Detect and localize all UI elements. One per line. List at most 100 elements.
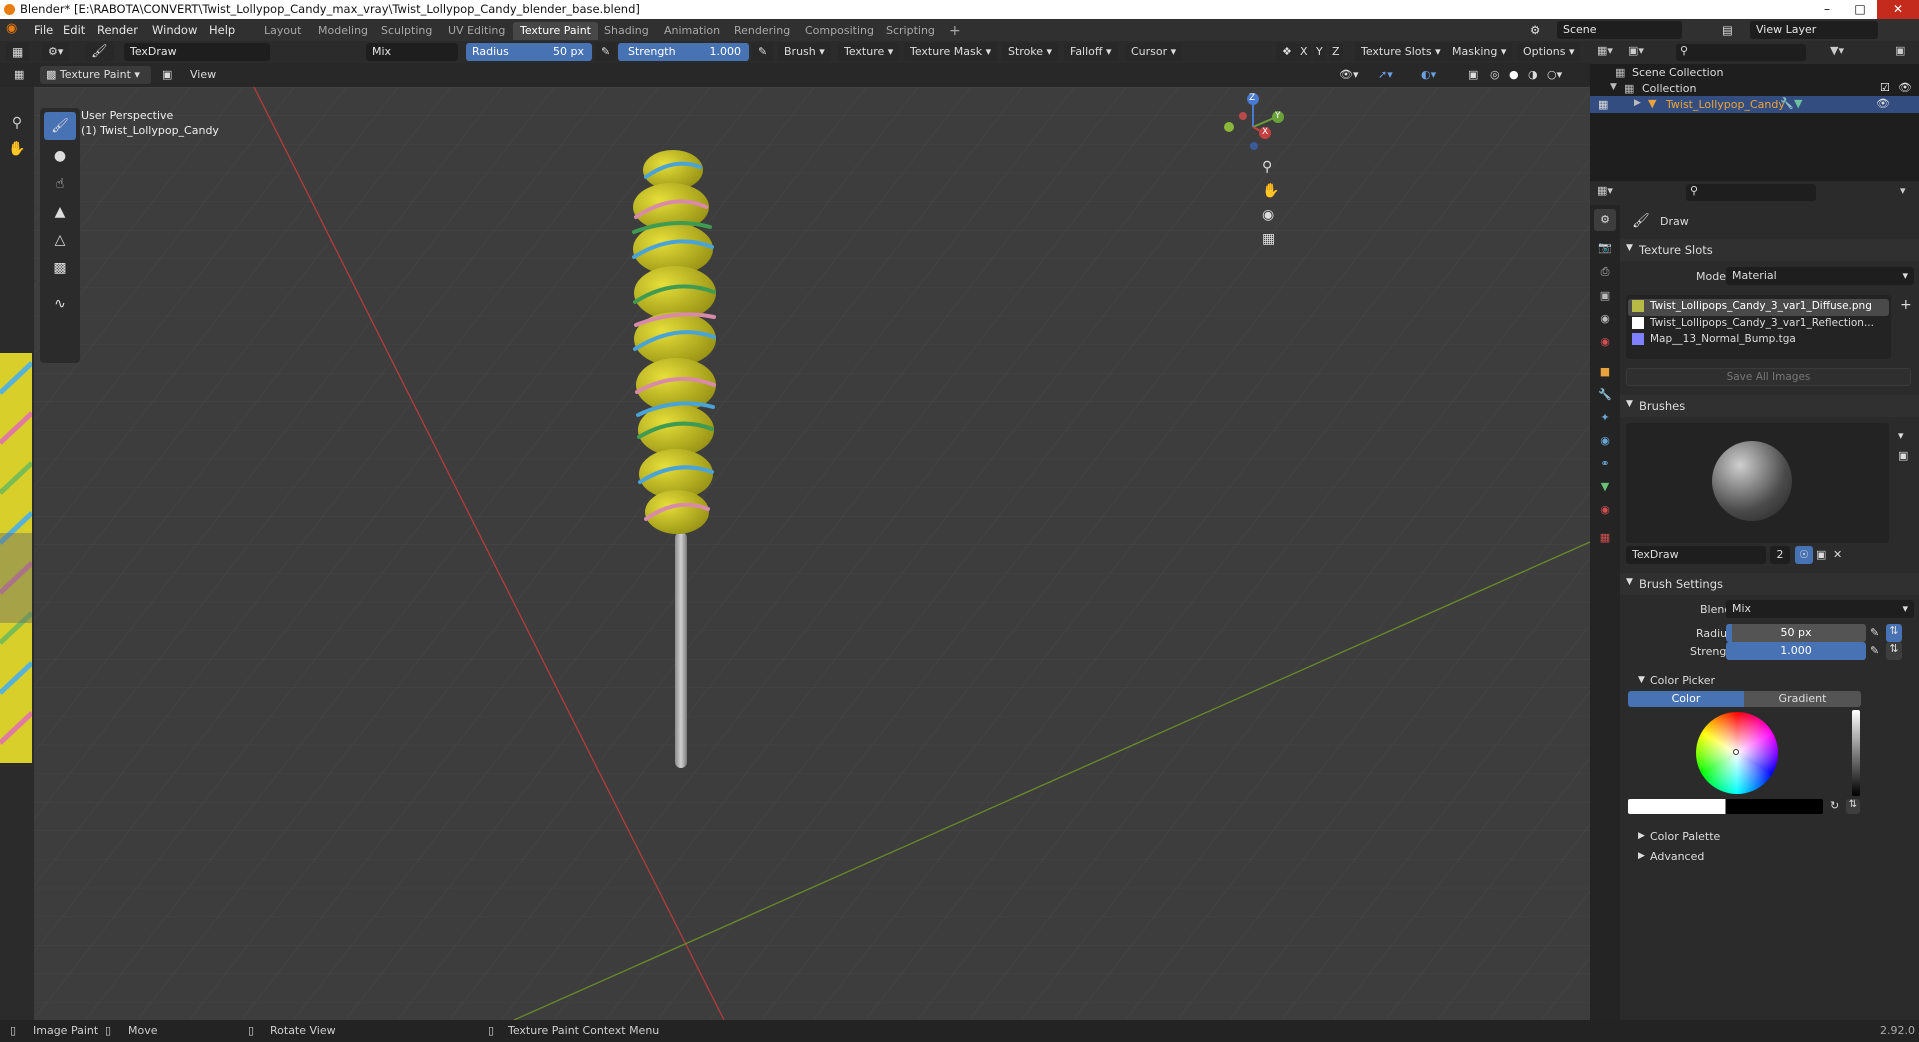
primary-secondary-colors[interactable] [1628, 799, 1823, 814]
texture-slots-menu[interactable]: Texture Slots ▾ [1355, 43, 1447, 61]
pan-hand-icon[interactable]: ✋ [4, 141, 30, 167]
strength-property-slider[interactable]: 1.000 [1726, 642, 1866, 660]
mesh-data-icon[interactable]: ▼ [1794, 97, 1802, 110]
color-palette-arrow-icon[interactable]: ▶ [1638, 831, 1645, 841]
tab-compositing[interactable]: Compositing [798, 22, 881, 40]
texture-slot-0[interactable]: Twist_Lollipops_Candy_3_var1_Diffuse.png [1650, 300, 1872, 312]
soften-tool[interactable]: ● [44, 142, 76, 170]
visibility-icon[interactable]: 👁▾ [1333, 66, 1365, 84]
modifier-tab-icon[interactable]: 🔧 [1594, 388, 1616, 408]
brush-image-icon[interactable]: ▣ [1898, 449, 1908, 462]
tab-shading[interactable]: Shading [597, 22, 656, 40]
tab-texture-paint[interactable]: Texture Paint [513, 22, 598, 40]
editor-type-icon[interactable]: ▦ [6, 43, 30, 61]
color-palette-title[interactable]: Color Palette [1650, 830, 1720, 843]
tool-tab-icon[interactable]: ⚙ [1594, 209, 1616, 231]
blender-menu-icon[interactable]: ◉ [6, 21, 17, 36]
properties-search-input[interactable]: ⚲ [1686, 184, 1816, 201]
brush-menu[interactable]: Brush ▾ [778, 43, 831, 61]
tab-uv-editing[interactable]: UV Editing [441, 22, 512, 40]
color-picker-arrow-icon[interactable]: ▼ [1638, 675, 1645, 685]
grid-icon[interactable]: ▦ [8, 66, 31, 84]
overlays-icon[interactable]: ◐▾ [1415, 66, 1443, 84]
outliner-collection[interactable]: ▼ ▦ Collection ☑ 👁 [1610, 80, 1919, 97]
tab-modeling[interactable]: Modeling [311, 22, 375, 40]
masking-menu[interactable]: Masking ▾ [1446, 43, 1513, 61]
smear-tool[interactable]: ☝ [44, 170, 76, 198]
tab-layout[interactable]: Layout [257, 22, 308, 40]
particles-tab-icon[interactable]: ✦ [1594, 411, 1616, 431]
color-tab[interactable]: Color [1628, 691, 1744, 707]
add-workspace-button[interactable]: + [942, 22, 968, 40]
menu-render[interactable]: Render [97, 23, 138, 37]
close-window-button[interactable]: ✕ [1877, 0, 1919, 19]
texture-slot-1[interactable]: Twist_Lollipops_Candy_3_var1_Reflection.… [1650, 317, 1874, 329]
value-slider[interactable] [1852, 710, 1860, 796]
brushes-panel-header[interactable]: ▼ Brushes [1620, 395, 1919, 417]
options-menu[interactable]: Options ▾ [1517, 43, 1581, 61]
color-wheel[interactable] [1696, 712, 1778, 794]
brush-preview-box[interactable] [1626, 423, 1889, 543]
scene-field[interactable]: Scene [1557, 21, 1682, 39]
brush-name-field[interactable]: TexDraw [124, 43, 270, 61]
rendered-shading-icon[interactable]: ○▾ [1541, 66, 1569, 84]
unlink-brush-icon[interactable]: ✕ [1833, 548, 1842, 561]
draw-brush-tool[interactable]: 🖌 [44, 112, 76, 140]
properties-options-icon[interactable]: ▾ [1900, 184, 1906, 197]
radius-unified-toggle-icon[interactable]: ⇅ [1886, 624, 1902, 642]
advanced-title[interactable]: Advanced [1650, 850, 1704, 863]
scene-icon[interactable]: ⚙ [1530, 23, 1540, 37]
display-mode-icon[interactable]: ▣▾ [1628, 44, 1644, 57]
xray-icon[interactable]: ▣ [1462, 66, 1485, 84]
properties-editor-icon[interactable]: ▦▾ [1597, 184, 1613, 197]
menu-help[interactable]: Help [209, 23, 235, 37]
view-options-icon[interactable]: ▣ [156, 66, 179, 84]
texture-slots-panel-header[interactable]: ▼ Texture Slots [1620, 239, 1919, 261]
radius-property-slider[interactable]: 50 px [1726, 624, 1866, 642]
physics-tab-icon[interactable]: ◉ [1594, 434, 1616, 454]
paintbrush-icon[interactable]: 🖌 [85, 43, 114, 61]
tab-rendering[interactable]: Rendering [727, 22, 797, 40]
brush-dropdown-icon[interactable]: ▾ [1898, 429, 1904, 442]
tab-scripting[interactable]: Scripting [879, 22, 942, 40]
maximize-button[interactable]: □ [1845, 0, 1875, 19]
tab-sculpting[interactable]: Sculpting [374, 22, 439, 40]
slot-mode-dropdown[interactable]: Material ▾ [1726, 267, 1914, 285]
view-menu[interactable]: View [184, 66, 223, 84]
stroke-menu[interactable]: Stroke ▾ [1002, 43, 1059, 61]
move-view-icon[interactable]: ✋ [1262, 183, 1284, 207]
mirror-y-toggle[interactable]: Y [1313, 43, 1326, 61]
new-collection-icon[interactable]: ▣ [1895, 44, 1905, 57]
duplicate-brush-icon[interactable]: ▣ [1816, 548, 1826, 561]
mode-dropdown[interactable]: ▩ Texture Paint ▾ [40, 66, 151, 84]
zoom-tool-icon[interactable]: ⚲ [4, 115, 30, 141]
data-tab-icon[interactable]: ▼ [1594, 480, 1616, 500]
brush-name-field[interactable]: TexDraw [1626, 546, 1766, 564]
collapse-arrow-icon[interactable]: ▼ [1610, 82, 1617, 92]
menu-edit[interactable]: Edit [63, 23, 85, 37]
radius-pressure-icon[interactable]: ✎ [595, 43, 617, 61]
strength-unified-toggle-icon[interactable]: ⇅ [1886, 642, 1902, 660]
outliner-scene-collection[interactable]: ▦ Scene Collection [1612, 64, 1919, 81]
minimize-button[interactable]: – [1812, 0, 1842, 19]
gradient-tab[interactable]: Gradient [1744, 691, 1861, 707]
cursor-menu[interactable]: Cursor ▾ [1125, 43, 1183, 61]
3d-viewport[interactable]: Z Y X User Perspective (1) Twist_Lollypo… [34, 87, 1590, 1020]
brush-users-count[interactable]: 2 [1770, 546, 1790, 564]
output-tab-icon[interactable]: ⎙ [1594, 265, 1616, 285]
advanced-arrow-icon[interactable]: ▶ [1638, 851, 1645, 861]
brush-settings-panel-header[interactable]: ▼ Brush Settings [1620, 573, 1919, 595]
menu-window[interactable]: Window [152, 23, 197, 37]
texture-mask-menu[interactable]: Texture Mask ▾ [904, 43, 998, 61]
fill-bucket-tool[interactable]: △ [44, 226, 76, 254]
annotate-tool[interactable]: ∿ [44, 290, 76, 318]
blend-mode-dropdown[interactable]: Mix [366, 43, 458, 61]
fake-user-shield-icon[interactable]: ☉ [1795, 546, 1813, 564]
texture-slot-2[interactable]: Map__13_Normal_Bump.tga [1650, 333, 1796, 345]
view-layer-field[interactable]: View Layer [1750, 21, 1878, 39]
mirror-z-toggle[interactable]: Z [1329, 43, 1343, 61]
camera-view-icon[interactable]: ◉ [1262, 207, 1284, 231]
collection-checkbox[interactable]: ☑ [1880, 81, 1890, 94]
radius-pressure-toggle-icon[interactable]: ✎ [1870, 626, 1879, 639]
swap-colors-icon[interactable]: ↻ [1830, 799, 1839, 812]
